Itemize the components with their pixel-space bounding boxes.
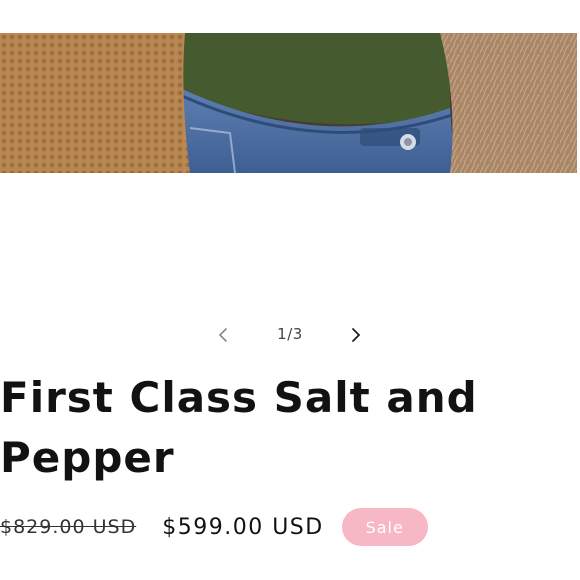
next-slide-button[interactable]	[343, 322, 369, 348]
product-photo	[0, 33, 577, 173]
product-image[interactable]	[0, 33, 577, 173]
product-title: First Class Salt and Pepper	[0, 373, 478, 482]
previous-slide-button[interactable]	[210, 322, 236, 348]
chevron-left-icon	[218, 328, 227, 342]
regular-price: $829.00 USD	[0, 516, 137, 538]
sale-price: $599.00 USD	[162, 514, 324, 540]
sale-badge: Sale	[341, 508, 428, 546]
price-row: $829.00 USD $599.00 USD Sale	[0, 508, 580, 546]
chevron-right-icon	[352, 328, 361, 342]
gallery-controls: 1/3	[0, 316, 580, 354]
slide-counter: 1/3	[277, 325, 303, 343]
